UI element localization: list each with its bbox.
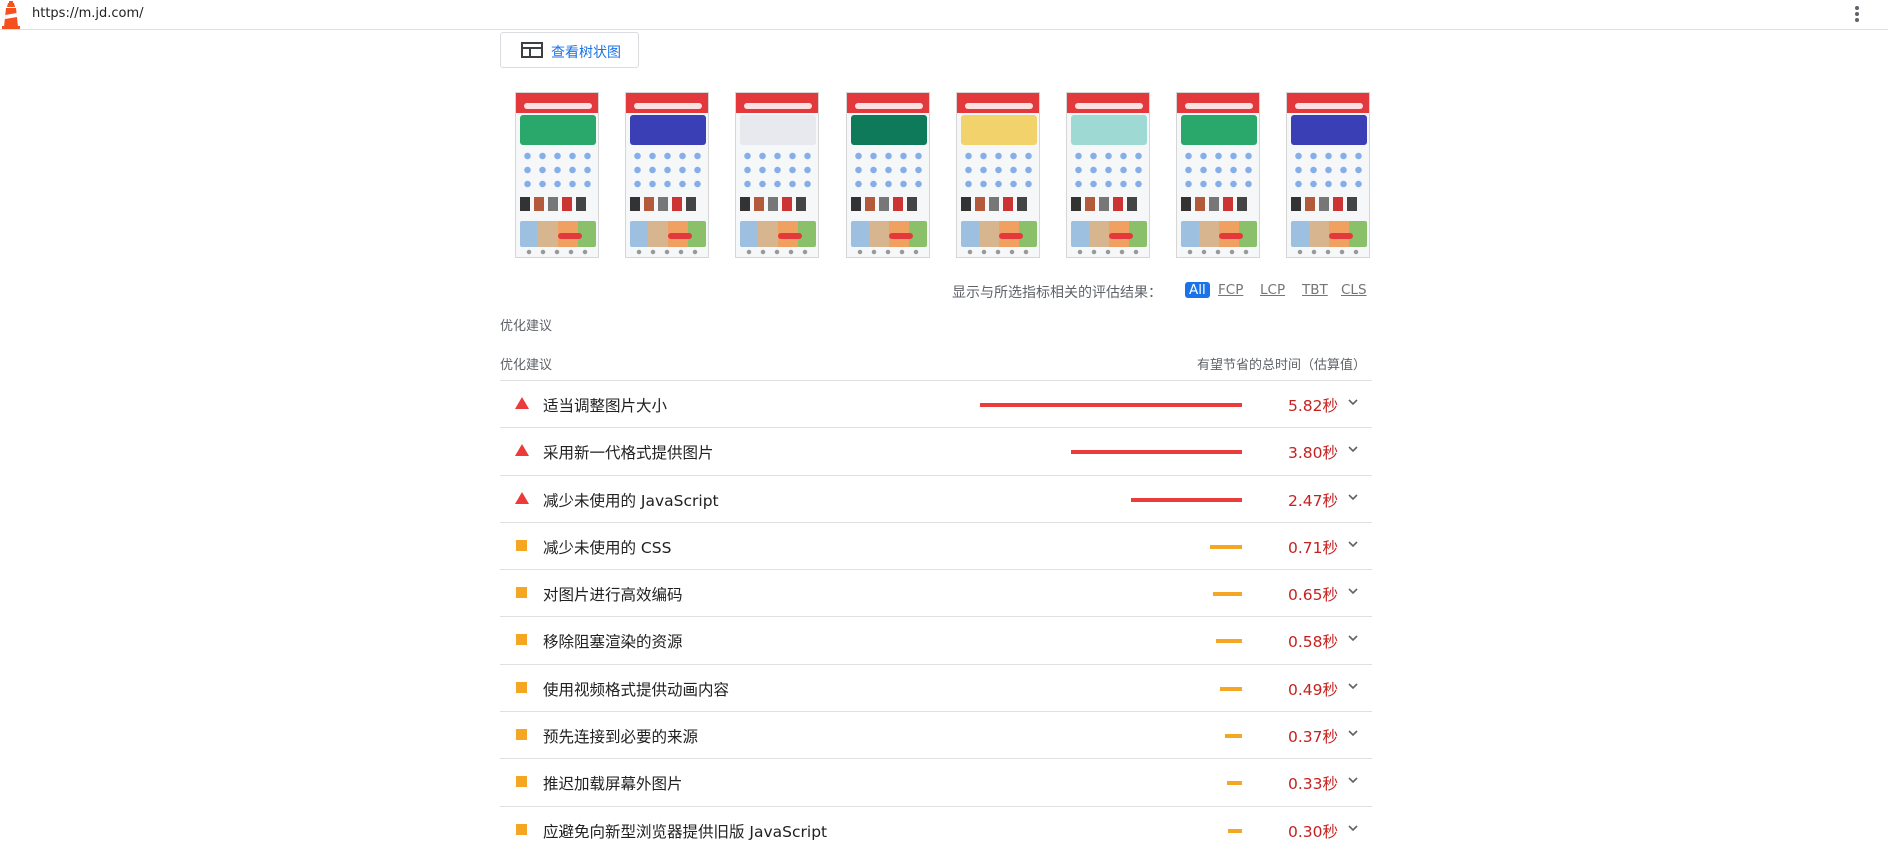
savings-bar bbox=[1210, 544, 1242, 549]
chevron-down-icon[interactable] bbox=[1346, 537, 1360, 551]
filmstrip-frame bbox=[625, 92, 709, 258]
savings-bar bbox=[1225, 734, 1242, 739]
more-options-icon[interactable] bbox=[1853, 4, 1861, 26]
section-title: 优化建议 bbox=[500, 319, 553, 334]
audit-savings: 0.30秒 bbox=[1287, 822, 1338, 841]
filmstrip-frame bbox=[1066, 92, 1150, 258]
savings-bar bbox=[1220, 686, 1242, 691]
audit-row[interactable]: 减少未使用的 JavaScript 2.47秒 bbox=[500, 474, 1372, 522]
audit-title: 预先连接到必要的来源 bbox=[543, 728, 699, 747]
audit-savings: 3.80秒 bbox=[1287, 444, 1338, 463]
filter-chip-all[interactable]: All bbox=[1185, 282, 1210, 298]
savings-bar-track bbox=[980, 734, 1242, 739]
audit-row[interactable]: 减少未使用的 CSS 0.71秒 bbox=[500, 521, 1372, 569]
top-bar: https://m.jd.com/ bbox=[0, 0, 1888, 30]
chevron-down-icon[interactable] bbox=[1346, 821, 1360, 835]
average-square-icon bbox=[516, 823, 527, 835]
audit-title: 减少未使用的 CSS bbox=[543, 538, 672, 557]
view-treemap-label: 查看树状图 bbox=[551, 45, 621, 61]
treemap-icon bbox=[521, 42, 543, 58]
savings-bar-track bbox=[980, 639, 1242, 644]
audit-row[interactable]: 推迟加载屏幕外图片 0.33秒 bbox=[500, 758, 1372, 805]
filter-chip-fcp[interactable]: FCP bbox=[1218, 282, 1243, 298]
savings-bar-track bbox=[980, 450, 1242, 455]
column-header-savings: 有望节省的总时间（估算值） bbox=[1196, 358, 1366, 373]
fail-triangle-icon bbox=[515, 491, 529, 504]
audit-title: 采用新一代格式提供图片 bbox=[543, 444, 714, 463]
savings-bar bbox=[1071, 450, 1242, 455]
audit-savings: 2.47秒 bbox=[1287, 491, 1338, 510]
chevron-down-icon[interactable] bbox=[1346, 584, 1360, 598]
chevron-down-icon[interactable] bbox=[1346, 773, 1360, 787]
chevron-down-icon[interactable] bbox=[1346, 631, 1360, 645]
audit-row[interactable]: 采用新一代格式提供图片 3.80秒 bbox=[500, 427, 1372, 474]
chevron-down-icon[interactable] bbox=[1346, 679, 1360, 693]
filmstrip-frame bbox=[1286, 92, 1370, 258]
lighthouse-logo-icon bbox=[2, 1, 20, 29]
audit-savings: 0.71秒 bbox=[1287, 538, 1338, 557]
audit-list: 适当调整图片大小 5.82秒 采用新一代格式提供图片 3.80秒 减少未使用的 … bbox=[500, 380, 1372, 853]
audit-savings: 5.82秒 bbox=[1287, 397, 1338, 415]
filmstrip-frame bbox=[515, 92, 599, 258]
metric-filter-label: 显示与所选指标相关的评估结果： bbox=[952, 285, 1162, 301]
audit-row[interactable]: 应避免向新型浏览器提供旧版 JavaScript 0.30秒 bbox=[500, 805, 1372, 853]
metric-filter: 显示与所选指标相关的评估结果： All FCP LCP TBT CLS bbox=[0, 282, 1372, 302]
audit-title: 减少未使用的 JavaScript bbox=[543, 491, 719, 510]
filmstrip-frame bbox=[956, 92, 1040, 258]
average-square-icon bbox=[516, 634, 527, 646]
savings-bar bbox=[1131, 497, 1242, 502]
audit-title: 移除阻塞渲染的资源 bbox=[543, 633, 683, 652]
filmstrip-frame bbox=[1176, 92, 1260, 258]
savings-bar-track bbox=[980, 781, 1242, 786]
page-url: https://m.jd.com/ bbox=[32, 6, 144, 21]
chevron-down-icon[interactable] bbox=[1346, 395, 1360, 409]
chevron-down-icon[interactable] bbox=[1346, 490, 1360, 504]
savings-bar bbox=[1213, 592, 1242, 597]
filter-chip-tbt[interactable]: TBT bbox=[1302, 282, 1328, 298]
audit-title: 适当调整图片大小 bbox=[543, 397, 668, 415]
audit-title: 应避免向新型浏览器提供旧版 JavaScript bbox=[543, 822, 828, 841]
savings-bar bbox=[1227, 781, 1242, 786]
average-square-icon bbox=[516, 776, 527, 788]
column-header-opportunity: 优化建议 bbox=[500, 358, 553, 373]
savings-bar-track bbox=[980, 544, 1242, 549]
audit-title: 对图片进行高效编码 bbox=[543, 586, 683, 605]
fail-triangle-icon bbox=[515, 444, 529, 457]
savings-bar-track bbox=[980, 828, 1242, 833]
fail-triangle-icon bbox=[515, 397, 529, 409]
savings-bar-track bbox=[980, 592, 1242, 597]
savings-bar bbox=[980, 403, 1242, 407]
audit-row[interactable]: 适当调整图片大小 5.82秒 bbox=[500, 380, 1372, 427]
savings-bar-track bbox=[980, 403, 1242, 407]
savings-bar bbox=[1228, 828, 1242, 833]
savings-bar bbox=[1216, 639, 1242, 644]
filter-chip-cls[interactable]: CLS bbox=[1341, 282, 1367, 298]
savings-bar-track bbox=[980, 686, 1242, 691]
audit-savings: 0.58秒 bbox=[1287, 633, 1338, 652]
chevron-down-icon[interactable] bbox=[1346, 726, 1360, 740]
audit-row[interactable]: 预先连接到必要的来源 0.37秒 bbox=[500, 711, 1372, 758]
average-square-icon bbox=[516, 681, 527, 693]
savings-bar-track bbox=[980, 497, 1242, 502]
average-square-icon bbox=[516, 539, 527, 551]
audit-savings: 0.65秒 bbox=[1287, 586, 1338, 605]
audit-row[interactable]: 使用视频格式提供动画内容 0.49秒 bbox=[500, 663, 1372, 711]
chevron-down-icon[interactable] bbox=[1346, 442, 1360, 456]
filter-chip-lcp[interactable]: LCP bbox=[1260, 282, 1285, 298]
view-treemap-button[interactable]: 查看树状图 bbox=[500, 32, 639, 68]
filmstrip-frame bbox=[846, 92, 930, 258]
audit-savings: 0.49秒 bbox=[1287, 680, 1338, 699]
average-square-icon bbox=[516, 587, 527, 599]
audit-title: 使用视频格式提供动画内容 bbox=[543, 680, 730, 699]
audit-table-header: 优化建议 有望节省的总时间（估算值） bbox=[500, 354, 1372, 373]
average-square-icon bbox=[516, 729, 527, 741]
audit-savings: 0.37秒 bbox=[1287, 728, 1338, 747]
audit-savings: 0.33秒 bbox=[1287, 775, 1338, 794]
audit-row[interactable]: 对图片进行高效编码 0.65秒 bbox=[500, 569, 1372, 616]
audit-row[interactable]: 移除阻塞渲染的资源 0.58秒 bbox=[500, 616, 1372, 663]
audit-title: 推迟加载屏幕外图片 bbox=[543, 775, 683, 794]
filmstrip-frame bbox=[735, 92, 819, 258]
